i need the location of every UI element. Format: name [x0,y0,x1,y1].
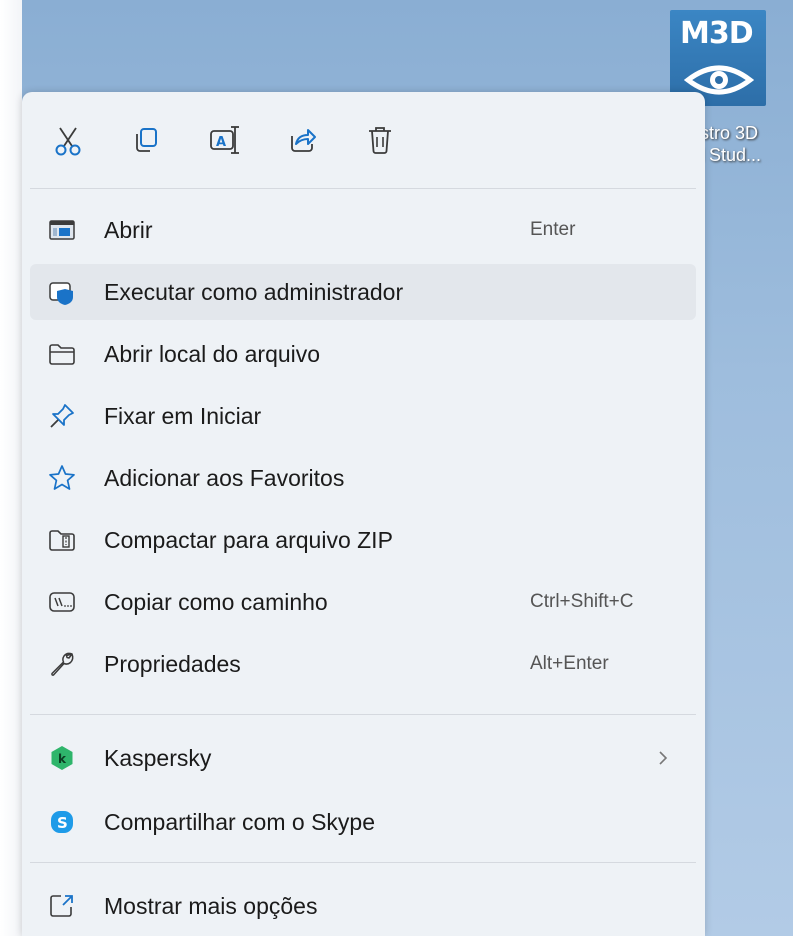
menu-separator [30,714,696,715]
context-toolbar: A [22,92,705,188]
menu-item-share-skype[interactable]: S Compartilhar com o Skype [30,794,696,850]
menu-item-kaspersky[interactable]: k Kaspersky [30,730,696,786]
copy-icon [136,128,157,152]
menu-item-label: Compartilhar com o Skype [104,809,375,835]
share-icon [291,129,316,152]
menu-item-show-more-options[interactable]: Mostrar mais opções [30,878,696,934]
menu-item-properties[interactable]: Propriedades Alt+Enter [30,636,696,692]
context-menu: A Abrir Enter Executar como administrado… [22,92,705,936]
desktop-label-line2: l Stud... [700,145,762,165]
open-window-icon [48,216,76,244]
menu-item-label: Abrir local do arquivo [104,341,321,367]
desktop-label-line1: stro 3D [700,123,759,143]
menu-item-pin-to-start[interactable]: Fixar em Iniciar [30,388,696,444]
menu-item-shortcut: Alt+Enter [530,653,609,674]
menu-item-shortcut: Enter [530,219,576,240]
folder-icon [48,340,76,368]
skype-icon: S [48,808,76,836]
menu-item-compress-zip[interactable]: Compactar para arquivo ZIP [30,512,696,568]
more-options-icon [48,892,76,920]
menu-item-label: Abrir [104,217,153,243]
cut-button[interactable] [50,122,86,158]
admin-shield-icon [48,278,76,306]
menu-item-label: Propriedades [104,651,241,677]
menu-item-label: Adicionar aos Favoritos [104,465,345,491]
menu-item-add-to-favorites[interactable]: Adicionar aos Favoritos [30,450,696,506]
rename-button[interactable]: A [206,122,242,158]
copy-button[interactable] [128,122,164,158]
desktop-icon-label: stro 3D l Stud... [700,122,793,166]
menu-item-label: Kaspersky [104,745,212,771]
rename-icon: A [210,126,239,154]
menu-item-run-as-admin[interactable]: Executar como administrador [30,264,696,320]
trash-icon [369,127,391,154]
menu-item-abrir[interactable]: Abrir Enter [30,202,696,258]
menu-item-label: Fixar em Iniciar [104,403,262,429]
menu-item-open-file-location[interactable]: Abrir local do arquivo [30,326,696,382]
svg-text:k: k [58,752,67,766]
svg-text:A: A [216,135,226,150]
menu-item-shortcut: Ctrl+Shift+C [530,591,634,612]
kaspersky-icon: k [48,744,76,772]
wrench-icon [48,650,76,678]
menu-separator [30,862,696,863]
menu-item-label: Compactar para arquivo ZIP [104,527,393,553]
menu-item-label: Executar como administrador [104,279,404,305]
menu-item-copy-as-path[interactable]: Copiar como caminho Ctrl+Shift+C [30,574,696,630]
menu-item-label: Mostrar mais opções [104,893,318,919]
chevron-right-icon [659,751,668,765]
scissors-icon [55,127,81,156]
pin-icon [48,402,76,430]
svg-text:S: S [57,814,68,832]
toolbar-separator [30,188,696,189]
star-icon [48,464,76,492]
share-button[interactable] [284,122,320,158]
copy-path-icon [48,588,76,616]
menu-item-label: Copiar como caminho [104,589,328,615]
delete-button[interactable] [362,122,398,158]
app-icon-text: M3D [680,16,754,51]
zip-folder-icon [48,526,76,554]
